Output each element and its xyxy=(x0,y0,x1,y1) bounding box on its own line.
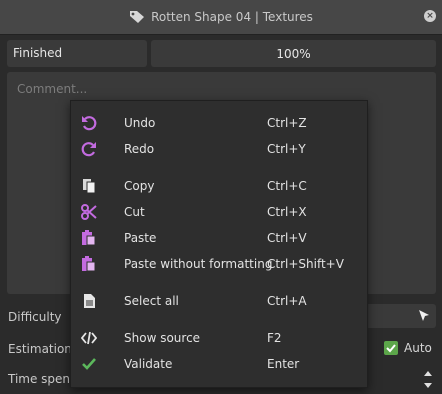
scissors-icon xyxy=(81,204,97,220)
difficulty-label: Difficulty xyxy=(8,310,62,324)
code-icon xyxy=(80,330,98,346)
menu-label: Select all xyxy=(124,294,179,308)
menu-shortcut: Ctrl+Shift+V xyxy=(267,257,344,271)
chevron-down-icon xyxy=(424,383,432,388)
menu-shortcut: Ctrl+X xyxy=(267,205,307,219)
menu-label: Show source xyxy=(124,331,201,345)
menu-shortcut: Ctrl+A xyxy=(267,294,307,308)
menu-item-paste[interactable]: Paste Ctrl+V xyxy=(71,225,367,251)
tag-icon xyxy=(129,10,145,24)
undo-icon xyxy=(81,115,97,131)
menu-shortcut: Ctrl+Z xyxy=(267,116,307,130)
menu-shortcut: F2 xyxy=(267,331,282,345)
chevron-up-icon xyxy=(424,371,432,376)
menu-item-copy[interactable]: Copy Ctrl+C xyxy=(71,173,367,199)
estimation-label: Estimation xyxy=(8,342,72,356)
title-bar: Rotten Shape 04 | Textures × xyxy=(0,0,442,35)
spin-down-button[interactable] xyxy=(423,379,433,388)
comment-placeholder: Comment... xyxy=(17,82,88,96)
document-icon xyxy=(81,293,97,309)
menu-item-undo[interactable]: Undo Ctrl+Z xyxy=(71,110,367,136)
menu-label: Redo xyxy=(124,142,155,156)
paste-icon xyxy=(81,230,97,246)
auto-label: Auto xyxy=(404,341,432,355)
menu-item-show-source[interactable]: Show source F2 xyxy=(71,325,367,351)
progress-field[interactable]: 100% xyxy=(151,40,436,67)
time-spent-label: Time spent xyxy=(8,372,75,386)
progress-value: 100% xyxy=(276,46,311,61)
redo-icon xyxy=(81,141,97,157)
menu-item-redo[interactable]: Redo Ctrl+Y xyxy=(71,136,367,162)
copy-icon xyxy=(81,178,97,194)
menu-shortcut: Ctrl+V xyxy=(267,231,307,245)
difficulty-field[interactable] xyxy=(364,304,436,328)
status-dropdown[interactable]: Finished xyxy=(7,40,147,67)
menu-label: Copy xyxy=(124,179,155,193)
menu-label: Validate xyxy=(124,357,173,371)
menu-label: Cut xyxy=(124,205,145,219)
cursor-icon xyxy=(418,309,430,326)
menu-label: Paste xyxy=(124,231,157,245)
close-button[interactable]: × xyxy=(424,10,436,22)
context-menu: Undo Ctrl+Z Redo Ctrl+Y Copy Ctrl+C Cut … xyxy=(70,100,368,388)
menu-item-paste-without-formatting[interactable]: Paste without formatting Ctrl+Shift+V xyxy=(71,251,367,277)
check-icon xyxy=(81,356,97,372)
menu-shortcut: Ctrl+Y xyxy=(267,142,306,156)
menu-item-cut[interactable]: Cut Ctrl+X xyxy=(71,199,367,225)
spin-up-button[interactable] xyxy=(423,366,433,376)
menu-shortcut: Ctrl+C xyxy=(267,179,307,193)
auto-checkbox[interactable] xyxy=(384,341,398,355)
paste-plain-icon xyxy=(81,256,97,272)
menu-item-select-all[interactable]: Select all Ctrl+A xyxy=(71,288,367,314)
status-value: Finished xyxy=(13,46,63,60)
close-icon: × xyxy=(426,11,434,21)
menu-label: Paste without formatting xyxy=(124,257,273,271)
window-title: Rotten Shape 04 | Textures xyxy=(151,10,313,24)
menu-label: Undo xyxy=(124,116,156,130)
menu-item-validate[interactable]: Validate Enter xyxy=(71,351,367,377)
check-mark-icon xyxy=(386,344,396,353)
menu-shortcut: Enter xyxy=(267,357,300,371)
